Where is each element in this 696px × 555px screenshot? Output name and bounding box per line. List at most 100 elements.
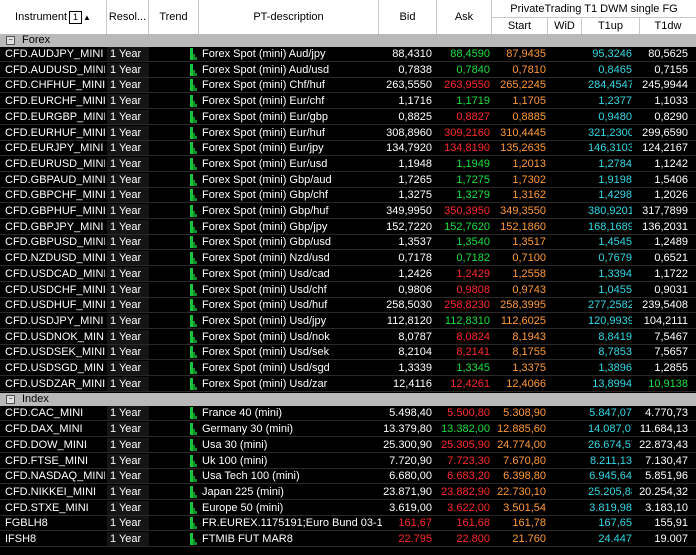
trend-sparkline-icon [190,157,200,172]
cell-ask: 7.723,30 [447,454,490,467]
cell-bid: 0,9806 [398,283,432,296]
cell-start: 5.308,90 [503,407,546,420]
table-row[interactable]: CFD.GBPUSD_MINI 1 Year Forex Spot (mini) G… [0,235,696,251]
cell-start: 349,3550 [500,205,546,217]
cell-bid: 25.300,90 [383,438,432,451]
table-row[interactable]: CFD.NIKKEI_MINI 1 Year Japan 225 (mini) 23.… [0,484,696,500]
table-row[interactable]: CFD.NZDUSD_MINI 1 Year Forex Spot (mini) N… [0,251,696,267]
cell-bid: 0,7838 [398,63,432,76]
cell-bid: 349,9950 [386,205,432,217]
column-ask[interactable]: Ask [437,0,492,34]
table-row[interactable]: FGBLH8 1 Year FR.EUREX.1175191;Euro Bund 0… [0,516,696,532]
cell-description: Forex Spot (mini) Eur/jpy [202,142,324,155]
column-wid[interactable]: WiD [548,17,582,34]
sort-ascending-icon[interactable]: ▲ [83,13,91,22]
table-row[interactable]: CFD.USDSGD_MINI 1 Year Forex Spot (mini) U… [0,361,696,376]
cell-bid: 152,7220 [386,220,432,233]
cell-wid [550,330,580,345]
cell-t1dw: 1,2026 [654,189,688,202]
table-row[interactable]: CFD.DAX_MINI 1 Year Germany 30 (mini) 13.37… [0,422,696,438]
table-row[interactable]: CFD.EURCHF_MINI 1 Year Forex Spot (mini) E… [0,94,696,110]
cell-resolution: 1 Year [110,533,142,545]
table-row[interactable]: CFD.EURGBP_MINI 1 Year Forex Spot (mini) E… [0,109,696,125]
table-row[interactable]: CFD.USDJPY_MINI 1 Year Forex Spot (mini) U… [0,313,696,329]
trend-sparkline-icon [190,361,200,376]
table-row[interactable]: CFD.AUDUSD_MINI 1 Year Forex Spot (mini) A… [0,62,696,78]
cell-t1dw: 317,7899 [642,205,688,217]
cell-start: 21.760 [512,533,546,545]
cell-t1dw: 22.873,43 [639,438,688,451]
cell-start: 1,1705 [512,95,546,108]
cell-t1dw: 19.007 [654,533,688,545]
cell-description: Forex Spot (mini) Aud/jpy [202,48,326,60]
trend-sparkline-icon [190,126,200,141]
table-row[interactable]: CFD.AUDJPY_MINI 1 Year Forex Spot (mini) A… [0,47,696,62]
cell-description: Forex Spot (mini) Usd/chf [202,283,327,296]
column-bid[interactable]: Bid [379,0,437,34]
column-bid-label: Bid [399,11,416,23]
table-row[interactable]: CFD.GBPAUD_MINI 1 Year Forex Spot (mini) G… [0,172,696,188]
table-row[interactable]: CFD.GBPHUF_MINI 1 Year Forex Spot (mini) G… [0,204,696,219]
table-row[interactable]: CFD.CHFHUF_MINI 1 Year Forex Spot (mini) C… [0,78,696,94]
table-row[interactable]: IFSH8 1 Year FTMIB FUT MAR8 22.795 22.800 21.… [0,532,696,547]
cell-instrument: CFD.USDCHF_MINI [5,283,105,296]
cell-resolution: 1 Year [110,173,142,186]
table-row[interactable]: CFD.EURJPY_MINI 1 Year Forex Spot (mini) E… [0,141,696,157]
table-row[interactable]: CFD.GBPJPY_MINI 1 Year Forex Spot (mini) G… [0,219,696,235]
table-row[interactable]: CFD.FTSE_MINI 1 Year Uk 100 (mini) 7.720,90… [0,453,696,469]
cell-t1up: 3.819,98 [589,501,632,514]
trend-sparkline-icon [190,532,200,547]
cell-resolution: 1 Year [110,407,142,420]
column-resolution[interactable]: Resol... [107,0,149,34]
table-row[interactable]: CFD.DOW_MINI 1 Year Usa 30 (mini) 25.300,90… [0,437,696,453]
column-t1dw[interactable]: T1dw [640,17,696,34]
cell-resolution: 1 Year [110,283,142,296]
cell-instrument: IFSH8 [5,533,37,545]
table-row[interactable]: CFD.USDZAR_MINI 1 Year Forex Spot (mini) U… [0,376,696,392]
column-instrument[interactable]: Instrument 1 ▲ [0,0,107,34]
table-row[interactable]: CFD.USDSEK_MINI 1 Year Forex Spot (mini) U… [0,345,696,361]
sort-order-box[interactable]: 1 [69,10,83,24]
cell-resolution: 1 Year [110,189,142,202]
column-description[interactable]: PT-description [199,0,379,34]
collapse-toggle-icon[interactable]: − [6,395,15,405]
cell-resolution: 1 Year [110,110,142,123]
column-trend[interactable]: Trend [149,0,199,34]
cell-t1up: 0,7679 [598,252,632,265]
cell-instrument: CFD.EURCHF_MINI [5,95,105,108]
cell-resolution: 1 Year [110,205,142,217]
cell-start: 87,9435 [506,48,546,60]
trend-bar [195,292,197,296]
trend-sparkline-icon [190,220,200,235]
cell-t1up: 24.447 [598,533,632,545]
column-t1up[interactable]: T1up [582,17,640,34]
cell-wid [550,454,580,469]
cell-ask: 134,8190 [444,142,490,155]
collapse-toggle-icon[interactable]: − [6,36,15,45]
cell-start: 12,4066 [506,377,546,390]
table-row[interactable]: CFD.GBPCHF_MINI 1 Year Forex Spot (mini) G… [0,188,696,204]
cell-ask: 8,0824 [456,330,490,343]
trend-sparkline-icon [190,330,200,345]
cell-t1up: 25.205,88 [588,485,632,498]
cell-instrument: CFD.EURJPY_MINI [5,142,104,155]
group-header-forex[interactable]: − Forex [0,34,696,47]
table-row[interactable]: CFD.USDNOK_MINI 1 Year Forex Spot (mini) U… [0,329,696,345]
cell-ask: 309,2160 [444,126,490,139]
table-row[interactable]: CFD.EURHUF_MINI 1 Year Forex Spot (mini) E… [0,125,696,141]
table-row[interactable]: CFD.USDCAD_MINI 1 Year Forex Spot (mini) U… [0,266,696,282]
cell-description: Forex Spot (mini) Aud/usd [202,63,330,76]
table-row[interactable]: CFD.NASDAQ_MINI 1 Year Usa Tech 100 (mini)… [0,469,696,485]
table-row[interactable]: CFD.EURUSD_MINI 1 Year Forex Spot (mini) E… [0,156,696,172]
table-row[interactable]: CFD.STXE_MINI 1 Year Europe 50 (mini) 3.619… [0,500,696,516]
column-start[interactable]: Start [492,17,548,34]
cell-ask: 258,8230 [444,299,490,312]
group-header-index[interactable]: − Index [0,393,696,407]
cell-t1up: 1,4545 [598,236,632,249]
cell-instrument: CFD.EURUSD_MINI [5,157,105,170]
table-row[interactable]: CFD.CAC_MINI 1 Year France 40 (mini) 5.498,… [0,406,696,422]
table-row[interactable]: CFD.USDHUF_MINI 1 Year Forex Spot (mini) U… [0,298,696,314]
cell-wid [550,532,580,547]
table-row[interactable]: CFD.USDCHF_MINI 1 Year Forex Spot (mini) U… [0,282,696,298]
cell-start: 135,2635 [500,142,546,155]
